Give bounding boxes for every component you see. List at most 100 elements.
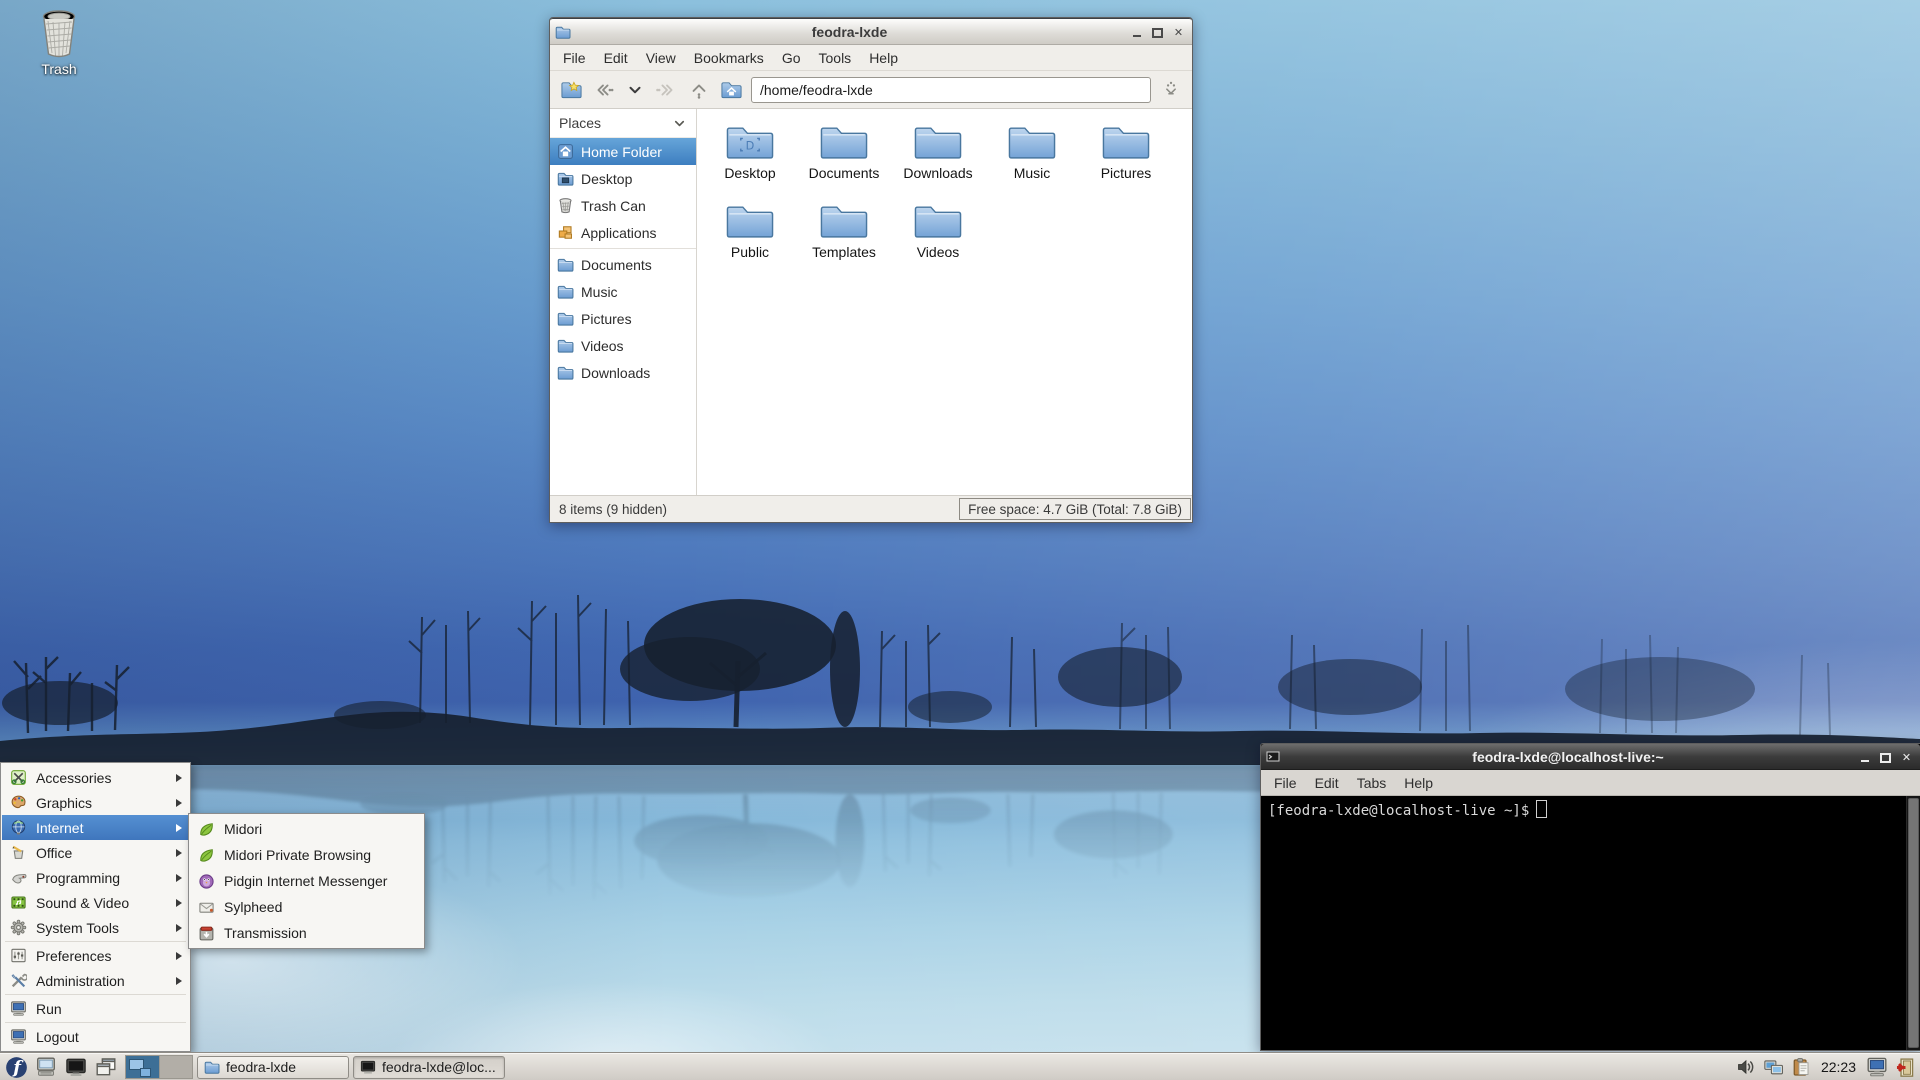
- file-manager-launcher[interactable]: [33, 1055, 59, 1079]
- fm-menu-edit[interactable]: Edit: [595, 47, 637, 69]
- start-menu-button[interactable]: f: [3, 1055, 29, 1079]
- folder-desktop[interactable]: Desktop: [703, 121, 797, 200]
- menu-item-internet[interactable]: Internet: [2, 815, 189, 840]
- network-tray-button[interactable]: [1763, 1057, 1784, 1078]
- menu-item-logout[interactable]: Logout: [2, 1024, 189, 1049]
- new-tab-button[interactable]: [559, 78, 583, 102]
- fm-titlebar[interactable]: feodra-lxde ✕: [550, 18, 1192, 45]
- sidebar-item-home-folder[interactable]: Home Folder: [550, 138, 696, 165]
- iconify-all-button[interactable]: [93, 1055, 119, 1079]
- folder-icon: [557, 256, 574, 273]
- menu-item-office[interactable]: Office: [2, 840, 189, 865]
- jump-to-path-button[interactable]: [1159, 78, 1183, 102]
- submenu-arrow-icon: [176, 773, 182, 782]
- up-button[interactable]: [687, 78, 711, 102]
- fm-window-title: feodra-lxde: [811, 23, 888, 40]
- folder-public[interactable]: Public: [703, 200, 797, 279]
- menu-separator: [5, 1022, 186, 1023]
- history-dropdown-button[interactable]: [623, 78, 647, 102]
- network-icon: [1763, 1057, 1784, 1078]
- screensaver-tray-button[interactable]: [1866, 1056, 1888, 1078]
- fm-menu-file[interactable]: File: [554, 47, 595, 69]
- fm-menu-tools[interactable]: Tools: [810, 47, 861, 69]
- fm-maximize-button[interactable]: [1149, 24, 1166, 40]
- folder-music[interactable]: Music: [985, 121, 1079, 200]
- submenu-item-sylpheed[interactable]: Sylpheed: [190, 894, 423, 920]
- terminal-close-button[interactable]: ✕: [1898, 749, 1915, 765]
- fm-sidebar: Places Home Folder Desktop Trash Can App…: [550, 109, 697, 495]
- clipboard-icon: [1791, 1057, 1811, 1077]
- submenu-item-midori[interactable]: Midori: [190, 816, 423, 842]
- sidebar-separator: [550, 248, 696, 249]
- clipboard-tray-button[interactable]: [1791, 1057, 1811, 1077]
- menu-item-sound-video[interactable]: Sound & Video: [2, 890, 189, 915]
- menu-item-system-tools[interactable]: System Tools: [2, 915, 189, 940]
- menu-item-administration[interactable]: Administration: [2, 968, 189, 993]
- places-header[interactable]: Places: [550, 109, 696, 138]
- submenu-arrow-icon: [176, 848, 182, 857]
- menu-item-graphics[interactable]: Graphics: [2, 790, 189, 815]
- fm-menu-bookmarks[interactable]: Bookmarks: [685, 47, 773, 69]
- menu-item-accessories[interactable]: Accessories: [2, 765, 189, 790]
- terminal-menu-tabs[interactable]: Tabs: [1348, 772, 1396, 794]
- fm-menu-go[interactable]: Go: [773, 47, 810, 69]
- logout-icon: [10, 1028, 27, 1045]
- sidebar-item-trash-can[interactable]: Trash Can: [550, 192, 696, 219]
- fm-menu-view[interactable]: View: [637, 47, 685, 69]
- address-bar[interactable]: [751, 76, 1151, 103]
- scrollbar-thumb[interactable]: [1908, 798, 1919, 1048]
- folder-documents[interactable]: Documents: [797, 121, 891, 200]
- logout-tray-button[interactable]: [1895, 1057, 1916, 1078]
- clock[interactable]: 22:23: [1818, 1059, 1859, 1075]
- sidebar-item-desktop[interactable]: Desktop: [550, 165, 696, 192]
- accessories-icon: [10, 769, 27, 786]
- folder-pictures[interactable]: Pictures: [1079, 121, 1173, 200]
- home-folder-icon: [720, 78, 743, 101]
- menu-item-run[interactable]: Run: [2, 996, 189, 1021]
- folder-icon: [204, 1059, 220, 1075]
- terminal-scrollbar[interactable]: [1906, 796, 1920, 1050]
- terminal-launcher[interactable]: [63, 1055, 89, 1079]
- menu-item-programming[interactable]: Programming: [2, 865, 189, 890]
- volume-icon: [1736, 1057, 1756, 1077]
- submenu-item-midori-private[interactable]: Midori Private Browsing: [190, 842, 423, 868]
- workspace-1[interactable]: [126, 1056, 159, 1078]
- sidebar-item-pictures[interactable]: Pictures: [550, 305, 696, 332]
- desktop-trash-icon[interactable]: Trash: [24, 8, 94, 77]
- workspace-2[interactable]: [158, 1056, 192, 1078]
- terminal-menu-edit[interactable]: Edit: [1306, 772, 1348, 794]
- folder-icon: [913, 121, 963, 162]
- terminal-output[interactable]: [feodra-lxde@localhost-live ~]$: [1261, 796, 1920, 1050]
- submenu-item-pidgin[interactable]: Pidgin Internet Messenger: [190, 868, 423, 894]
- task-button-terminal[interactable]: feodra-lxde@loc...: [353, 1055, 505, 1079]
- terminal-prompt: [feodra-lxde@localhost-live ~]$: [1268, 803, 1530, 819]
- terminal-menu-file[interactable]: File: [1265, 772, 1306, 794]
- folder-icon: [725, 200, 775, 241]
- sidebar-item-music[interactable]: Music: [550, 278, 696, 305]
- folder-downloads[interactable]: Downloads: [891, 121, 985, 200]
- sidebar-item-downloads[interactable]: Downloads: [550, 359, 696, 386]
- volume-tray-button[interactable]: [1736, 1057, 1756, 1077]
- back-button[interactable]: [591, 78, 615, 102]
- pidgin-icon: [198, 873, 215, 890]
- fm-close-button[interactable]: ✕: [1170, 24, 1187, 40]
- home-button[interactable]: [719, 78, 743, 102]
- sidebar-item-applications[interactable]: Applications: [550, 219, 696, 246]
- sidebar-item-videos[interactable]: Videos: [550, 332, 696, 359]
- submenu-item-transmission[interactable]: Transmission: [190, 920, 423, 946]
- sidebar-item-documents[interactable]: Documents: [550, 251, 696, 278]
- fm-minimize-button[interactable]: [1128, 24, 1145, 40]
- task-button-file-manager[interactable]: feodra-lxde: [197, 1055, 349, 1079]
- terminal-menu-help[interactable]: Help: [1395, 772, 1442, 794]
- folder-templates[interactable]: Templates: [797, 200, 891, 279]
- terminal-maximize-button[interactable]: [1877, 749, 1894, 765]
- terminal-minimize-button[interactable]: [1856, 749, 1873, 765]
- menu-item-preferences[interactable]: Preferences: [2, 943, 189, 968]
- submenu-arrow-icon: [176, 823, 182, 832]
- terminal-titlebar[interactable]: feodra-lxde@localhost-live:~ ✕: [1261, 744, 1920, 770]
- fm-menu-help[interactable]: Help: [860, 47, 907, 69]
- folder-videos[interactable]: Videos: [891, 200, 985, 279]
- forward-button[interactable]: [655, 78, 679, 102]
- folder-icon: [557, 283, 574, 300]
- graphics-icon: [10, 794, 27, 811]
